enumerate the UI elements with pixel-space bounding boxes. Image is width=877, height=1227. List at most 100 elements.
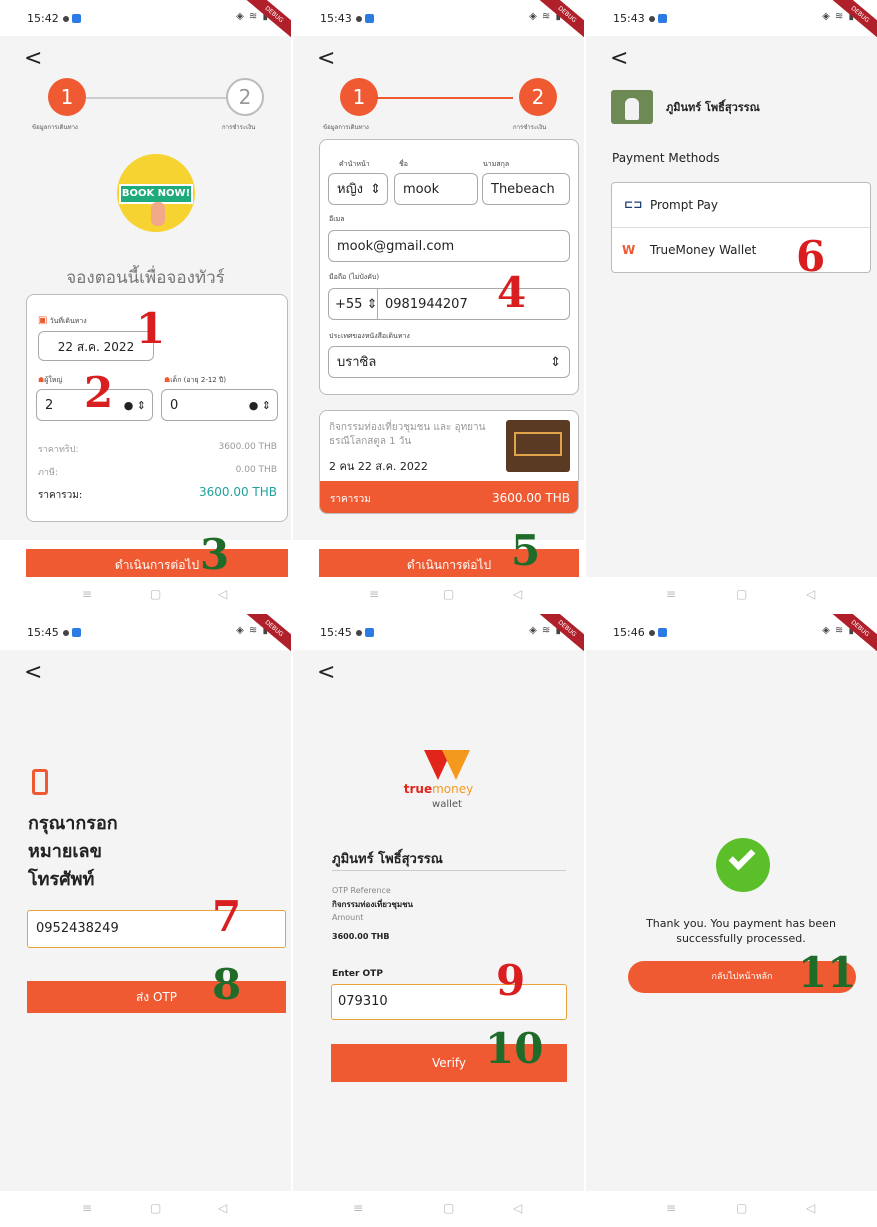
phone-prompt-line: กรุณากรอก [28, 813, 118, 834]
payment-methods-title: Payment Methods [612, 151, 720, 165]
child-stepper[interactable]: 0 ● ⇕ [161, 389, 278, 421]
back-button[interactable]: < [24, 48, 42, 70]
calendar-icon: ▣ [38, 315, 48, 326]
screen-payment-info: 15:43 ◈ ≋ ▮ DEBUG < 1 2 ข้อมูลการเดินทาง… [293, 0, 584, 613]
home-icon[interactable]: ▢ [736, 1201, 747, 1215]
menu-icon[interactable]: ≡ [666, 1201, 676, 1215]
otp-input[interactable]: 079310 [331, 984, 567, 1020]
divider [377, 289, 378, 319]
otp-reference-label: OTP Reference [332, 886, 391, 895]
app-icon [71, 14, 81, 23]
app-icon [657, 628, 667, 637]
back-button[interactable]: < [24, 662, 42, 684]
android-nav-bar: ≡ ▢ ◁ [586, 1191, 877, 1227]
back-triangle-icon[interactable]: ◁ [806, 587, 815, 601]
user-name: ภูมินทร์ โพธิ์สุวรรณ [332, 852, 443, 867]
book-now-illustration: BOOK NOW! [117, 154, 195, 232]
step-marker: 1 [136, 304, 166, 353]
date-label-text: วันที่เดินทาง [49, 317, 87, 325]
status-time: 15:42 [27, 12, 59, 25]
home-icon[interactable]: ▢ [736, 587, 747, 601]
menu-icon[interactable]: ≡ [353, 1201, 363, 1215]
tour-meta: 2 คน 22 ส.ค. 2022 [329, 460, 428, 473]
country-select[interactable]: บราซิล ⇕ [328, 346, 570, 378]
back-button[interactable]: < [610, 48, 628, 70]
title-select[interactable]: หญิง ⇕ [328, 173, 388, 205]
truemoney-icon: W [622, 243, 636, 257]
name-label: ชื่อ [399, 160, 408, 168]
child-label: ☗เด็ก (อายุ 2-12 ปี) [164, 375, 226, 386]
amount-value: 3600.00 THB [332, 932, 390, 941]
step-marker: 7 [212, 892, 242, 941]
back-button[interactable]: < [317, 662, 335, 684]
price-value: 3600.00 THB [218, 442, 277, 452]
back-triangle-icon[interactable]: ◁ [513, 1201, 522, 1215]
otp-reference-value: กิจกรรมท่องเที่ยวชุมชน [332, 900, 414, 909]
title-label: คำนำหน้า [339, 160, 370, 168]
back-triangle-icon[interactable]: ◁ [513, 587, 522, 601]
country-value: บราซิล [337, 355, 377, 370]
country-code-select[interactable]: +55 ⇕ [335, 289, 377, 321]
adult-label: ☗ผู้ใหญ่ [38, 375, 62, 386]
back-triangle-icon[interactable]: ◁ [218, 1201, 227, 1215]
tax-value: 0.00 THB [235, 465, 277, 475]
method-truemoney[interactable]: W TrueMoney Wallet [612, 228, 870, 273]
android-nav-bar: ≡ ▢ ◁ [0, 1191, 291, 1227]
email-input[interactable]: mook@gmail.com [328, 230, 570, 262]
phone-prompt-line: หมายเลข [28, 841, 102, 862]
user-name: ภูมินทร์ โพธิ์สุวรรณ [666, 101, 760, 114]
check-mark [728, 843, 756, 871]
child-label-text: เด็ก (อายุ 2-12 ปี) [170, 376, 227, 384]
home-icon[interactable]: ▢ [443, 587, 454, 601]
notification-icon [648, 630, 655, 636]
person-stepper-icon: ● ⇕ [248, 399, 271, 412]
first-name-input[interactable]: mook [394, 173, 478, 205]
phone-input[interactable]: 0952438249 [27, 910, 286, 948]
status-bar: 15:43 ◈ ≋ ▮ DEBUG [586, 0, 877, 42]
step-marker: 9 [496, 956, 526, 1005]
tour-thumbnail [506, 420, 570, 472]
divider [332, 870, 566, 871]
status-bar: 15:43 ◈ ≋ ▮ DEBUG [293, 0, 584, 42]
logo-wallet: wallet [432, 799, 462, 810]
menu-icon[interactable]: ≡ [666, 587, 676, 601]
home-icon[interactable]: ▢ [150, 1201, 161, 1215]
notification-icon [355, 630, 362, 636]
method-prompt-pay[interactable]: ⊏⊐ Prompt Pay [612, 183, 870, 228]
step-marker: 3 [200, 530, 230, 579]
total-bar: ราคารวม 3600.00 THB [320, 481, 578, 513]
step-marker: 4 [497, 268, 527, 317]
menu-icon[interactable]: ≡ [82, 1201, 92, 1215]
back-triangle-icon[interactable]: ◁ [218, 587, 227, 601]
hand-icon [151, 202, 165, 226]
notification-icon [62, 630, 69, 636]
book-now-banner: BOOK NOW! [119, 184, 193, 204]
back-button[interactable]: < [317, 48, 335, 70]
screen-phone-entry: 15:45 ◈ ≋ ▮ DEBUG < กรุณากรอก หมายเลข โท… [0, 614, 291, 1227]
email-label: อีเมล [329, 215, 345, 223]
last-name-input[interactable]: Thebeach [482, 173, 570, 205]
menu-icon[interactable]: ≡ [369, 587, 379, 601]
person-stepper-icon: ● ⇕ [123, 399, 146, 412]
send-otp-button[interactable]: ส่ง OTP [27, 981, 286, 1013]
android-nav-bar: ≡ ▢ ◁ [293, 1191, 584, 1227]
stepper-line [373, 97, 513, 99]
title-value: หญิง [337, 182, 363, 197]
back-triangle-icon[interactable]: ◁ [806, 1201, 815, 1215]
country-code-value: +55 [335, 297, 363, 312]
screen-payment-success: 15:46 ◈ ≋ ▮ DEBUG Thank you. You payment… [586, 614, 877, 1227]
home-icon[interactable]: ▢ [443, 1201, 454, 1215]
country-label: ประเทศของหนังสือเดินทาง [329, 332, 410, 340]
payment-methods-list: ⊏⊐ Prompt Pay W TrueMoney Wallet [611, 182, 871, 273]
step-marker: 6 [796, 232, 826, 281]
phone-input[interactable]: 0981944207 [385, 289, 468, 321]
logo-shape [442, 750, 470, 780]
home-icon[interactable]: ▢ [150, 587, 161, 601]
status-bar: 15:45 ◈ ≋ ▮ DEBUG [293, 614, 584, 656]
menu-icon[interactable]: ≡ [82, 587, 92, 601]
phone-label: มือถือ (ไม่บังคับ) [329, 273, 380, 281]
total-value: 3600.00 THB [491, 491, 570, 505]
step-marker: 5 [511, 526, 541, 575]
status-time: 15:45 [27, 626, 59, 639]
android-nav-bar: ≡ ▢ ◁ [0, 577, 291, 613]
